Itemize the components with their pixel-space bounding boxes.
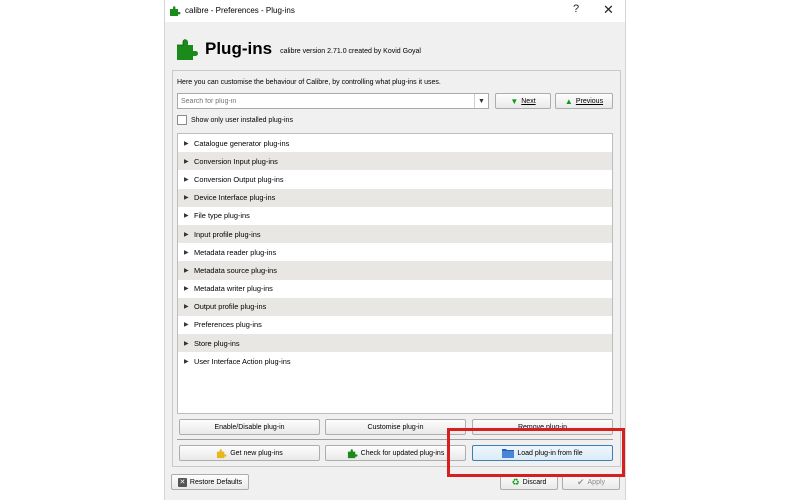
green-arrow-up-icon: ▲ [564,96,573,106]
plugin-category-label: Input profile plug-ins [194,229,261,239]
get-new-label: Get new plug-ins [230,449,283,457]
enable-disable-label: Enable/Disable plug-in [214,423,285,431]
plugin-category-label: Conversion Input plug-ins [194,156,278,166]
version-label: calibre version 2.71.0 created by Kovid … [280,47,421,55]
plugin-category-label: Metadata writer plug-ins [194,284,273,294]
plugin-category-row[interactable]: ▶ Metadata reader plug-ins [178,243,612,261]
expand-arrow-icon[interactable]: ▶ [184,212,194,219]
plugin-category-label: User Interface Action plug-ins [194,356,291,366]
search-combobox[interactable]: ▼ [177,93,489,109]
expand-arrow-icon[interactable]: ▶ [184,231,194,238]
plugin-category-label: File type plug-ins [194,211,250,221]
intro-text: Here you can customise the behaviour of … [177,79,441,86]
help-button[interactable]: ? [573,3,579,15]
expand-arrow-icon[interactable]: ▶ [184,358,194,365]
restore-defaults-label: Restore Defaults [189,478,243,486]
plugin-category-row[interactable]: ▶ Conversion Output plug-ins [178,170,612,188]
plugin-category-label: Catalogue generator plug-ins [194,138,290,148]
highlight-annotation [447,428,625,477]
plugin-category-label: Output profile plug-ins [194,302,267,312]
close-box-icon: ✕ [177,477,187,487]
puzzle-piece-icon [170,6,181,16]
plugin-category-label: Metadata source plug-ins [194,265,277,275]
apply-label: Apply [587,478,606,486]
preferences-window: calibre - Preferences - Plug-ins ? ✕ Plu… [164,0,626,500]
title-bar: calibre - Preferences - Plug-ins ? ✕ [165,0,625,22]
user-installed-label: Show only user installed plug-ins [191,116,293,124]
customise-label: Customise plug-in [367,423,424,431]
plugin-category-row[interactable]: ▶ Preferences plug-ins [178,316,612,334]
page-title: Plug-ins [205,39,273,58]
plugin-category-row[interactable]: ▶ Catalogue generator plug-ins [178,134,612,152]
expand-arrow-icon[interactable]: ▶ [184,267,194,274]
plugin-category-label: Store plug-ins [194,338,240,348]
expand-arrow-icon[interactable]: ▶ [184,158,194,165]
plugin-category-label: Preferences plug-ins [194,320,262,330]
user-installed-checkbox[interactable] [177,115,187,125]
plugin-category-row[interactable]: ▶ Store plug-ins [178,334,612,353]
previous-button[interactable]: ▲ Previous [555,93,613,109]
plugin-category-label: Metadata reader plug-ins [194,247,277,257]
previous-label: Previous [575,97,604,105]
recycle-icon: ♻ [511,476,520,487]
next-label: Next [521,97,536,105]
green-arrow-down-icon: ▼ [510,96,519,106]
expand-arrow-icon[interactable]: ▶ [184,249,194,256]
plugin-category-row[interactable]: ▶ Conversion Input plug-ins [178,152,612,171]
plugin-category-label: Conversion Output plug-ins [194,174,284,184]
expand-arrow-icon[interactable]: ▶ [184,194,194,201]
discard-label: Discard [522,478,547,486]
plugin-category-row[interactable]: ▶ User Interface Action plug-ins [178,352,612,370]
check-updates-label: Check for updated plug-ins [360,449,445,457]
chevron-down-icon[interactable]: ▼ [474,94,488,108]
puzzle-plus-icon [217,448,227,458]
search-input[interactable] [178,94,470,108]
expand-arrow-icon[interactable]: ▶ [184,176,194,183]
expand-arrow-icon[interactable]: ▶ [184,321,194,328]
next-button[interactable]: ▼ Next [495,93,551,109]
check-updates-button[interactable]: Check for updated plug-ins [325,445,466,461]
expand-arrow-icon[interactable]: ▶ [184,140,194,147]
plugin-category-row[interactable]: ▶ Metadata source plug-ins [178,261,612,280]
window-title: calibre - Preferences - Plug-ins [185,6,295,15]
puzzle-piece-icon [347,448,358,458]
expand-arrow-icon[interactable]: ▶ [184,303,194,310]
page-header: Plug-ins calibre version 2.71.0 created … [175,36,421,62]
plugin-category-label: Device Interface plug-ins [194,193,276,203]
plugin-category-row[interactable]: ▶ Output profile plug-ins [178,297,612,316]
get-new-plugins-button[interactable]: Get new plug-ins [179,445,320,461]
plugin-category-tree[interactable]: ▶ Catalogue generator plug-ins ▶ Conversion… [177,133,613,414]
customise-button[interactable]: Customise plug-in [325,419,466,435]
close-button[interactable]: ✕ [603,2,614,18]
enable-disable-button[interactable]: Enable/Disable plug-in [179,419,320,435]
expand-arrow-icon[interactable]: ▶ [184,285,194,292]
restore-defaults-button[interactable]: ✕ Restore Defaults [171,474,249,490]
checkmark-icon: ✔ [576,476,585,487]
expand-arrow-icon[interactable]: ▶ [184,340,194,347]
puzzle-piece-icon [177,39,198,60]
user-installed-filter[interactable]: Show only user installed plug-ins [177,115,293,125]
plugin-category-row[interactable]: ▶ File type plug-ins [178,207,612,225]
plugin-category-row[interactable]: ▶ Device Interface plug-ins [178,188,612,207]
plugins-panel: Here you can customise the behaviour of … [172,70,621,467]
plugin-category-row[interactable]: ▶ Input profile plug-ins [178,224,612,244]
plugin-category-row[interactable]: ▶ Metadata writer plug-ins [178,280,612,298]
